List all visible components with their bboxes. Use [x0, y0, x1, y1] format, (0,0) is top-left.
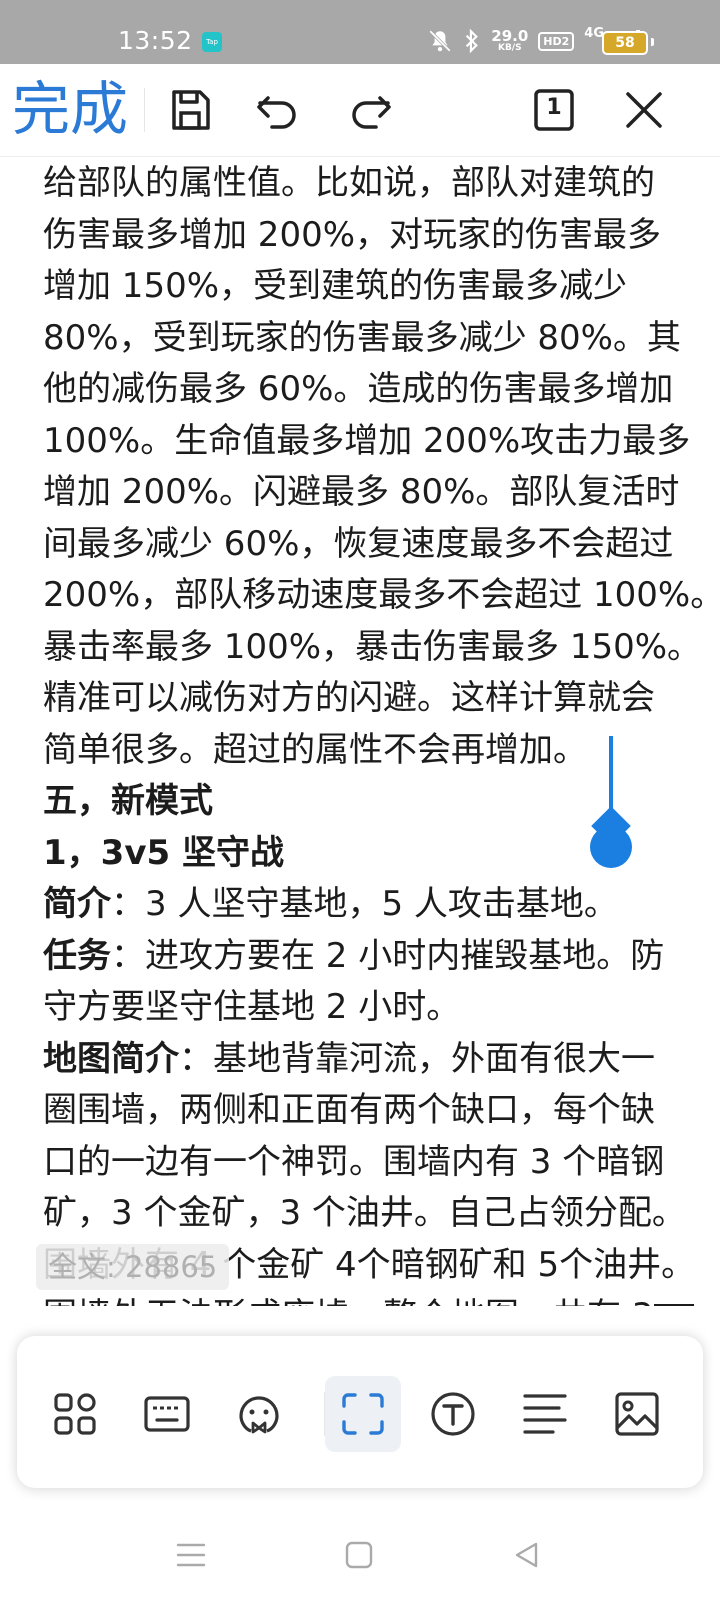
nav-back-button[interactable]: [512, 1540, 542, 1574]
paragraph-line: 增加 150%，受到建筑的伤害最多减少: [43, 266, 628, 306]
map-text-line: 围墙外无法形成废墟，整个地图，共有 3: [43, 1291, 683, 1306]
tool-voice-button[interactable]: [221, 1376, 297, 1452]
grid-apps-icon: [54, 1393, 96, 1435]
map-line: 地图简介：基地背靠河流，外面有很大一: [43, 1034, 683, 1086]
tool-image-button[interactable]: [599, 1376, 675, 1452]
done-button[interactable]: 完成: [12, 77, 128, 141]
close-icon: [626, 92, 662, 128]
network-speed-value: 29.0: [491, 27, 529, 45]
system-nav-bar: [0, 1500, 720, 1608]
tool-keyboard-button[interactable]: [129, 1376, 205, 1452]
toolbar-divider: [144, 88, 145, 132]
editor-toolbar: 完成 1: [0, 64, 720, 157]
paragraph-line: 他的减伤最多 60%。造成的伤害最多增加: [43, 369, 674, 409]
intro-text: ：3 人坚守基地，5 人攻击基地。: [111, 884, 618, 924]
paragraph-line: 100%。生命值最多增加 200%攻击力最多: [43, 420, 691, 461]
map-text-line: 圈围墙，两侧和正面有两个缺口，每个缺: [43, 1090, 655, 1130]
paragraph-line: 伤害最多增加 200%，对玩家的伤害最多: [43, 214, 662, 255]
intro-label: 简介: [43, 884, 111, 924]
hd-voice-badge: HD2: [538, 31, 575, 51]
network-speed-unit: KB/S: [497, 43, 522, 53]
undo-icon: [257, 96, 296, 129]
paragraph-line: 精准可以减伤对方的闪避。这样计算就会: [43, 678, 655, 718]
section-heading: 五，新模式: [43, 781, 213, 821]
paragraph-align-icon: [523, 1394, 567, 1434]
status-time: 13:52: [118, 26, 193, 55]
paragraph-line: 暴击率最多 100%，暴击伤害最多 150%。: [43, 626, 702, 667]
nav-menu-button[interactable]: [176, 1540, 206, 1574]
task-text: ：进攻方要在 2 小时内摧毁基地。防: [111, 935, 665, 976]
insert-image-icon: [615, 1392, 659, 1436]
document-body[interactable]: 给部队的属性值。比如说，部队对建筑的 伤害最多增加 200%，对玩家的伤害最多 增加…: [0, 156, 720, 1306]
tool-fullscreen-button[interactable]: [325, 1376, 401, 1452]
tool-paragraph-button[interactable]: [507, 1376, 583, 1452]
back-triangle-icon: [515, 1542, 538, 1568]
undo-button[interactable]: [254, 86, 302, 134]
bluetooth-icon: [466, 28, 479, 54]
keyboard-icon: [144, 1396, 190, 1432]
close-button[interactable]: [620, 86, 668, 134]
paragraph-line: 给部队的属性值。比如说，部队对建筑的: [43, 163, 655, 203]
paragraph-line: 简单很多。超过的属性不会再增加。: [43, 729, 587, 770]
map-text: ：基地背靠河流，外面有很大一: [179, 1038, 655, 1079]
text-format-icon: [431, 1392, 475, 1436]
paragraph-block: 给部队的属性值。比如说，部队对建筑的 伤害最多增加 200%，对玩家的伤害最多 增加…: [43, 158, 720, 776]
map-text-line: 矿，3 个金矿，3 个油井。自己占领分配。: [43, 1193, 686, 1233]
subsection-heading: 1，3v5 坚守战: [43, 832, 284, 873]
network-speed: 29.0 KB/S: [491, 29, 528, 53]
home-square-icon: [345, 1541, 373, 1569]
status-bar: 13:52 Tap 29.0 KB/S HD2 4G 58: [0, 0, 720, 64]
fullscreen-icon: [342, 1393, 384, 1435]
battery-tip: [651, 38, 654, 46]
voice-face-icon: [239, 1396, 279, 1434]
task-line: 任务：进攻方要在 2 小时内摧毁基地。防: [43, 931, 683, 983]
nav-home-button[interactable]: [344, 1540, 374, 1574]
paragraph-line: 80%，受到玩家的伤害最多减少 80%。其: [43, 317, 681, 358]
intro-line: 简介：3 人坚守基地，5 人攻击基地。: [43, 879, 683, 931]
map-label: 地图简介: [43, 1038, 179, 1079]
page-indicator-button[interactable]: 1: [530, 86, 578, 134]
tool-text-format-button[interactable]: [415, 1376, 491, 1452]
battery-indicator: 58: [602, 31, 654, 55]
map-text-line: 口的一边有一个神罚。围墙内有 3 个暗钢: [43, 1141, 665, 1182]
page-number: 1: [546, 95, 562, 120]
bottom-tool-panel: [17, 1336, 703, 1488]
paragraph-line: 间最多减少 60%，恢复速度最多不会超过: [43, 523, 674, 564]
redo-icon: [352, 96, 391, 129]
document-editor-screen: 13:52 Tap 29.0 KB/S HD2 4G 58 完成 1 给部队的属…: [0, 0, 720, 1608]
taptap-app-icon: Tap: [202, 32, 222, 52]
word-count-badge: 全文: 28865: [36, 1244, 230, 1290]
menu-icon: [176, 1543, 206, 1567]
task-label: 任务: [43, 935, 111, 976]
paragraph-line: 增加 200%。闪避最多 80%。部队复活时: [43, 472, 680, 512]
save-button[interactable]: [166, 86, 214, 134]
battery-level: 58: [602, 31, 648, 55]
mute-icon: [429, 30, 452, 52]
paragraph-line: 200%，部队移动速度最多不会超过 100%。: [43, 575, 720, 615]
document-text[interactable]: 给部队的属性值。比如说，部队对建筑的 伤害最多增加 200%，对玩家的伤害最多 增加…: [43, 158, 720, 1306]
task-line-2: 守方要坚守住基地 2 小时。: [43, 987, 461, 1027]
tool-apps-button[interactable]: [37, 1376, 113, 1452]
save-icon: [172, 90, 210, 130]
caret-underline: [654, 1304, 694, 1306]
cursor-drag-handle[interactable]: [590, 826, 632, 868]
redo-button[interactable]: [346, 86, 394, 134]
